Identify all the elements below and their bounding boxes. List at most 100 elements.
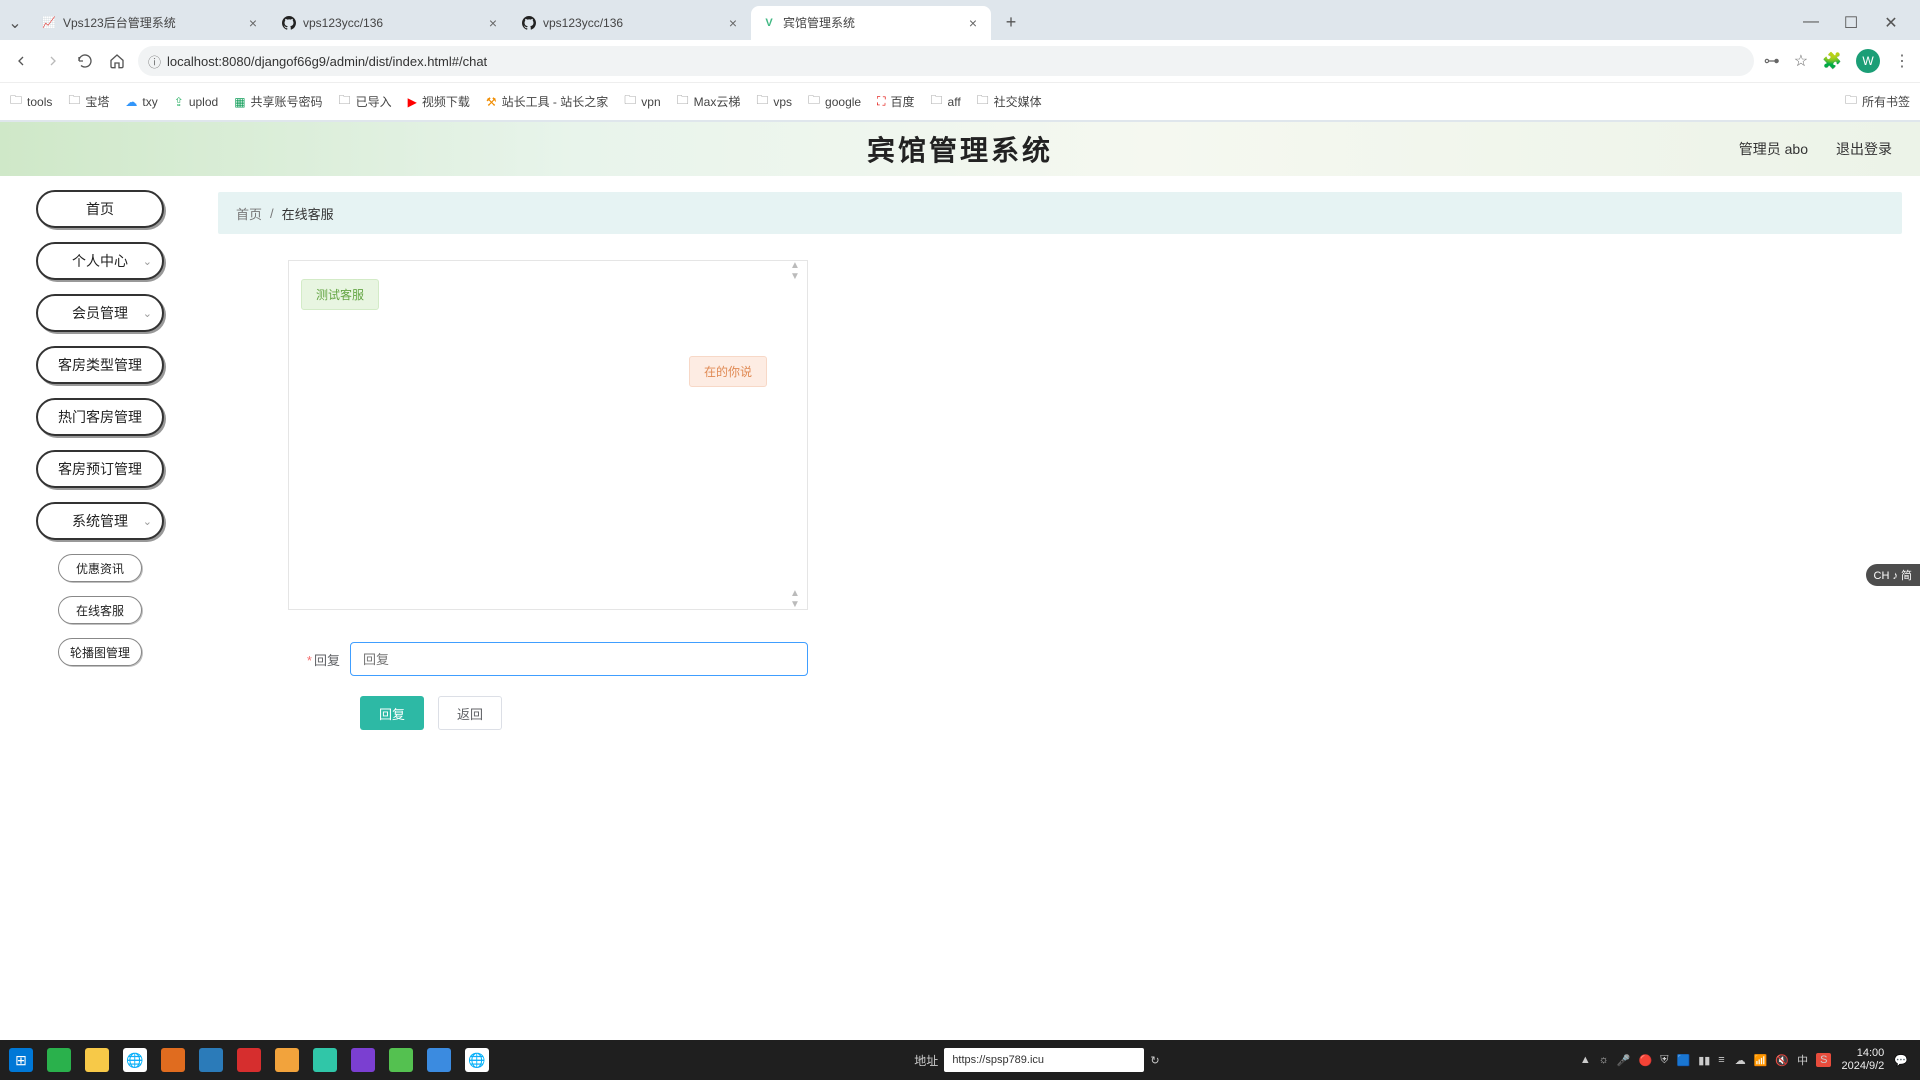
ime-lang-icon[interactable]: 中	[1797, 1052, 1808, 1068]
sidebar-item-booking[interactable]: 客房预订管理	[36, 450, 164, 488]
back-icon[interactable]	[10, 50, 32, 72]
close-icon[interactable]: ×	[965, 15, 981, 31]
taskbar-go-icon[interactable]: ↻	[1150, 1054, 1159, 1067]
ime-badge[interactable]: CH ♪ 简	[1866, 564, 1920, 586]
chat-box: ▲▼ 测试客服 在的你说 ▲▼	[288, 260, 808, 610]
taskbar-app-10[interactable]	[384, 1043, 418, 1077]
taskbar-app-9[interactable]	[346, 1043, 380, 1077]
sogou-icon[interactable]: S	[1816, 1053, 1831, 1067]
sidebar-sub-chat[interactable]: 在线客服	[58, 596, 142, 624]
weather-icon[interactable]: ☁	[1735, 1054, 1746, 1067]
extensions-icon[interactable]: 🧩	[1822, 51, 1842, 71]
logout-link[interactable]: 退出登录	[1836, 139, 1892, 159]
taskbar-app-12[interactable]: 🌐	[460, 1043, 494, 1077]
tab-title: 宾馆管理系统	[783, 14, 959, 31]
back-button[interactable]: 返回	[438, 696, 502, 730]
tray-pause-icon[interactable]: ▮▮	[1698, 1054, 1710, 1067]
scroll-down-icon[interactable]: ▲▼	[787, 591, 803, 607]
tab-search-icon[interactable]: ⌄	[5, 10, 25, 36]
window-close-icon[interactable]: ✕	[1879, 13, 1903, 33]
taskbar-chrome[interactable]: 🌐	[118, 1043, 152, 1077]
sidebar-sub-promo[interactable]: 优惠资讯	[58, 554, 142, 582]
reload-icon[interactable]	[74, 50, 96, 72]
bookmark-baota[interactable]: 🗀宝塔	[68, 91, 109, 112]
tab-0[interactable]: 📈 Vps123后台管理系统 ×	[31, 6, 271, 40]
bookmark-shared[interactable]: ▦共享账号密码	[234, 93, 322, 110]
taskbar-addr-input[interactable]	[944, 1048, 1144, 1072]
close-icon[interactable]: ×	[725, 15, 741, 31]
tray-icons: ▲ ☼ 🎤 🔴 ⛨ 🟦 ▮▮ ≡	[1580, 1054, 1725, 1067]
tray-rec-icon[interactable]: 🔴	[1639, 1054, 1653, 1067]
bookmark-chinaz[interactable]: ⚒站长工具 - 站长之家	[486, 93, 608, 110]
tray-menu-icon[interactable]: ≡	[1718, 1054, 1724, 1066]
star-icon[interactable]: ☆	[1794, 51, 1808, 71]
tray-brightness-icon[interactable]: ☼	[1599, 1054, 1609, 1066]
address-bar[interactable]: ⓘ localhost:8080/djangof66g9/admin/dist/…	[138, 46, 1754, 76]
new-tab-button[interactable]: +	[997, 9, 1025, 37]
breadcrumb-home[interactable]: 首页	[236, 204, 262, 223]
home-icon[interactable]	[106, 50, 128, 72]
sidebar-item-label: 轮播图管理	[70, 644, 130, 661]
tray-shield-icon[interactable]: ⛨	[1660, 1054, 1668, 1067]
reply-input[interactable]	[350, 642, 808, 676]
tray-up-icon[interactable]: ▲	[1580, 1054, 1591, 1066]
tab-1[interactable]: vps123ycc/136 ×	[271, 6, 511, 40]
sidebar-item-system[interactable]: 系统管理⌄	[36, 502, 164, 540]
tab-2[interactable]: vps123ycc/136 ×	[511, 6, 751, 40]
tab-title: Vps123后台管理系统	[63, 14, 239, 31]
bookmark-aff[interactable]: 🗀aff	[931, 91, 961, 112]
reply-submit-button[interactable]: 回复	[360, 696, 424, 730]
taskbar-app-7[interactable]	[270, 1043, 304, 1077]
bookmark-tools[interactable]: 🗀tools	[10, 91, 52, 112]
reply-label: *回复	[288, 650, 340, 669]
taskbar-right: ▲ ☼ 🎤 🔴 ⛨ 🟦 ▮▮ ≡ ☁ 📶 🔇 中 S 14:00 2024/9/…	[1580, 1047, 1916, 1073]
admin-label[interactable]: 管理员 abo	[1739, 139, 1808, 159]
bookmark-maxyt[interactable]: 🗀Max云梯	[677, 91, 741, 112]
sidebar-item-profile[interactable]: 个人中心⌄	[36, 242, 164, 280]
taskbar-app-1[interactable]	[42, 1043, 76, 1077]
menu-kebab-icon[interactable]: ⋮	[1894, 51, 1910, 71]
bookmark-label: uplod	[189, 95, 218, 109]
bookmark-vpn[interactable]: 🗀vpn	[624, 91, 660, 112]
bookmark-google[interactable]: 🗀google	[808, 91, 861, 112]
taskbar-app-2[interactable]	[80, 1043, 114, 1077]
tray-window-icon[interactable]: 🟦	[1676, 1054, 1690, 1067]
bookmark-vps[interactable]: 🗀vps	[756, 91, 792, 112]
taskbar-app-5[interactable]	[194, 1043, 228, 1077]
bookmark-uplod[interactable]: ⇪uplod	[174, 95, 218, 109]
bookmark-social[interactable]: 🗀社交媒体	[977, 91, 1042, 112]
password-key-icon[interactable]: ⊶	[1764, 51, 1780, 71]
sys-icons: ☁ 📶 🔇 中 S	[1735, 1052, 1832, 1068]
volume-icon[interactable]: 🔇	[1775, 1054, 1789, 1067]
taskbar-clock[interactable]: 14:00 2024/9/2	[1841, 1047, 1884, 1073]
sidebar-item-home[interactable]: 首页	[36, 190, 164, 228]
profile-avatar[interactable]: W	[1856, 49, 1880, 73]
bookmark-all[interactable]: 🗀所有书签	[1845, 91, 1910, 112]
reply-row: *回复	[288, 642, 808, 676]
notifications-icon[interactable]: 💬	[1894, 1054, 1908, 1067]
taskbar-center: 地址 ↻	[494, 1048, 1580, 1072]
start-button[interactable]: ⊞	[4, 1043, 38, 1077]
taskbar-app-6[interactable]	[232, 1043, 266, 1077]
close-icon[interactable]: ×	[485, 15, 501, 31]
sidebar-item-roomtype[interactable]: 客房类型管理	[36, 346, 164, 384]
maximize-icon[interactable]: ☐	[1839, 13, 1863, 33]
sidebar-item-member[interactable]: 会员管理⌄	[36, 294, 164, 332]
tab-3[interactable]: V 宾馆管理系统 ×	[751, 6, 991, 40]
taskbar-app-11[interactable]	[422, 1043, 456, 1077]
bookmark-txy[interactable]: ☁txy	[125, 95, 157, 109]
sidebar-sub-carousel[interactable]: 轮播图管理	[58, 638, 142, 666]
sidebar-item-hotroom[interactable]: 热门客房管理	[36, 398, 164, 436]
forward-icon[interactable]	[42, 50, 64, 72]
bookmark-baidu[interactable]: ⛶百度	[877, 93, 914, 110]
bookmark-video[interactable]: ▶视频下载	[408, 93, 470, 110]
close-icon[interactable]: ×	[245, 15, 261, 31]
tray-mic-icon[interactable]: 🎤	[1617, 1054, 1631, 1067]
taskbar-app-4[interactable]	[156, 1043, 190, 1077]
minimize-icon[interactable]: —	[1799, 13, 1823, 33]
taskbar-app-8[interactable]	[308, 1043, 342, 1077]
site-info-icon[interactable]: ⓘ	[148, 52, 161, 71]
wifi-icon[interactable]: 📶	[1754, 1054, 1768, 1067]
scroll-up-icon[interactable]: ▲▼	[787, 263, 803, 279]
bookmark-imported[interactable]: 🗀已导入	[339, 91, 392, 112]
